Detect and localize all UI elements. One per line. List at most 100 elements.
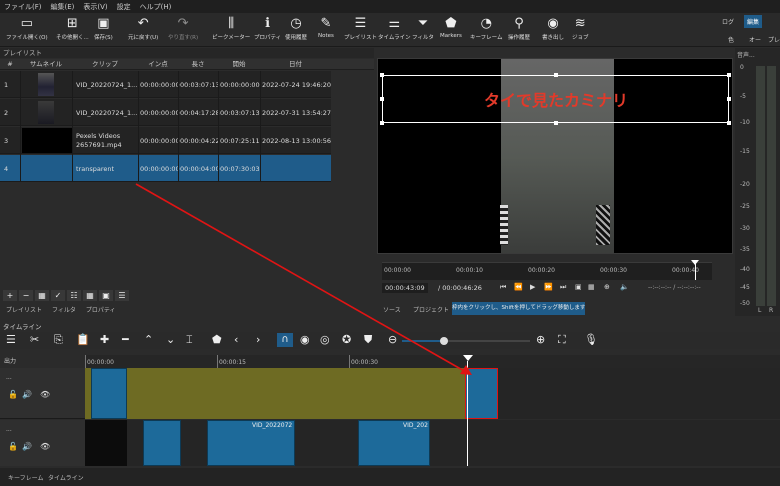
playlist-button[interactable]: ☰ プレイリスト (344, 16, 377, 41)
jobs-history-button[interactable]: ⚲ 操作履歴 (508, 16, 530, 41)
jobs-button[interactable]: ≋ ジョブ (572, 16, 589, 41)
timeline-button[interactable]: ⚌ タイムライン (378, 16, 411, 41)
overwrite-icon[interactable]: ⌄ (166, 333, 175, 347)
lift-icon[interactable]: ⌃ (144, 333, 153, 347)
tab-keyframes[interactable]: キーフレーム (8, 473, 43, 482)
details-view-icon[interactable]: ☷ (67, 290, 81, 301)
menu-view[interactable]: 表示(V) (83, 2, 107, 12)
menu-help[interactable]: ヘルプ(H) (140, 2, 172, 12)
track-header-v1[interactable]: ... 🔓 🔊 👁 (0, 420, 85, 466)
cut-icon[interactable]: ✂ (30, 333, 39, 347)
icons-view-icon[interactable]: ▣ (99, 290, 113, 301)
mute-icon[interactable]: 🔊 (22, 390, 32, 399)
filter-button[interactable]: ⏷ フィルタ (412, 16, 434, 41)
timeline-track-v2[interactable] (85, 368, 780, 419)
open-other-button[interactable]: ⊞ その他開く... (56, 16, 89, 41)
col-clip[interactable]: クリップ (72, 59, 138, 70)
viewer-ruler[interactable]: 00:00:00 00:00:10 00:00:20 00:00:30 00:0… (382, 260, 712, 280)
gap-clip[interactable] (127, 368, 465, 419)
eye-icon[interactable]: 👁 (40, 442, 50, 451)
layout-player-button[interactable]: プレ (768, 35, 780, 44)
tab-filter[interactable]: フィルタ (52, 305, 76, 314)
resize-handle[interactable] (554, 73, 558, 77)
skip-end-icon[interactable]: ⏭ (560, 283, 566, 292)
timeline-clip[interactable]: VID_202 (358, 420, 430, 466)
col-thumbnail[interactable]: サムネイル (20, 59, 72, 70)
properties-button[interactable]: ℹ プロパティ (254, 16, 281, 41)
undo-button[interactable]: ↶ 元に戻す(U) (128, 16, 158, 41)
zoom-icon[interactable]: ⊕ (604, 283, 610, 291)
tab-timeline[interactable]: タイムライン (48, 473, 84, 482)
col-num[interactable]: # (0, 59, 20, 70)
resize-handle[interactable] (380, 73, 384, 77)
paste-icon[interactable]: 📋 (76, 333, 90, 347)
open-file-button[interactable]: ▭ ファイル開く(O) (6, 16, 48, 41)
col-in[interactable]: イン点 (138, 59, 178, 70)
save-button[interactable]: ▣ 保存(S) (94, 16, 113, 41)
timeline-clip[interactable] (143, 420, 181, 466)
snap-icon[interactable]: ∩ (277, 333, 293, 347)
timecode-field[interactable]: 00:00:43:09 (382, 283, 428, 293)
tab-source[interactable]: ソース (383, 305, 401, 314)
scrub-icon[interactable]: ◉ (300, 333, 310, 347)
zoom-in-icon[interactable]: ⊕ (536, 333, 545, 347)
playlist-row-selected[interactable]: 4 transparent 00:00:00:00 00:00:04:00 00… (0, 155, 331, 182)
layout-edit-button[interactable]: 編集 (744, 15, 763, 28)
tab-playlist[interactable]: プレイリスト (6, 305, 42, 314)
lock-icon[interactable]: 🔓 (8, 390, 18, 399)
timeline-track-v1[interactable]: VID_2022072 VID_202 (85, 420, 780, 466)
copy-icon[interactable]: ⎘ (54, 333, 63, 347)
update-icon[interactable]: ▦ (35, 290, 49, 301)
zoom-out-icon[interactable]: ⊖ (388, 333, 397, 347)
tab-properties[interactable]: プロパティ (86, 305, 116, 314)
play-icon[interactable]: ▶ (530, 283, 535, 291)
marker-icon[interactable]: ⬟ (212, 333, 222, 347)
resize-handle[interactable] (727, 73, 731, 77)
timeline-clip[interactable] (91, 368, 127, 419)
zoom-slider-handle[interactable] (440, 337, 448, 345)
mute-icon[interactable]: 🔊 (22, 442, 32, 451)
resize-handle[interactable] (380, 121, 384, 125)
playhead-marker-icon[interactable] (463, 355, 473, 361)
tiles-view-icon[interactable]: ▦ (83, 290, 97, 301)
resize-handle[interactable] (554, 121, 558, 125)
timeline-clip[interactable]: VID_2022072 (207, 420, 295, 466)
ripple-icon[interactable]: ◎ (320, 333, 330, 347)
menu-icon[interactable]: ☰ (6, 333, 16, 347)
history-button[interactable]: ◷ 使用履歴 (285, 16, 307, 41)
ripple-markers-icon[interactable]: ⛊ (364, 333, 372, 347)
peak-meter-button[interactable]: ⫼ ピークメーター (212, 16, 250, 41)
lock-icon[interactable]: 🔓 (8, 442, 18, 451)
record-audio-icon[interactable]: 🎙 (584, 333, 598, 347)
timeline-clip-selected[interactable] (465, 368, 498, 419)
layout-color-button[interactable]: 色 (728, 35, 734, 44)
col-date[interactable]: 日付 (260, 59, 331, 70)
timeline-ruler[interactable]: 00:00:00 00:00:15 00:00:30 (85, 355, 780, 368)
remove-icon[interactable]: − (19, 290, 33, 301)
toggle-zoom-icon[interactable]: ▣ (575, 283, 582, 291)
fast-forward-icon[interactable]: ⏩ (544, 283, 553, 291)
timeline-playhead[interactable] (467, 361, 468, 466)
skip-start-icon[interactable]: ⏮ (500, 283, 506, 292)
keyframes-button[interactable]: ◔ キーフレーム (470, 16, 503, 41)
col-start[interactable]: 開始 (218, 59, 260, 70)
add-icon[interactable]: + (3, 290, 17, 301)
playlist-row[interactable]: 3 Pexels Videos 2657691.mp4 00:00:00:00 … (0, 127, 331, 154)
playlist-row[interactable]: 2 VID_20220724_1... 00:00:00:00 00:04:17… (0, 99, 331, 126)
tab-project[interactable]: プロジェクト (413, 305, 449, 314)
markers-button[interactable]: ⬟ Markers (440, 16, 462, 39)
resize-handle[interactable] (727, 121, 731, 125)
layout-log-button[interactable]: ログ (722, 17, 734, 26)
notes-button[interactable]: ✎ Notes (318, 16, 334, 39)
split-icon[interactable]: ⌶ (186, 333, 193, 347)
remove-icon[interactable]: ━ (122, 333, 129, 347)
video-viewer[interactable]: タイで見たカミナリ (377, 58, 733, 254)
menu-settings[interactable]: 設定 (117, 2, 131, 12)
volume-icon[interactable]: 🔈 (620, 283, 629, 291)
col-duration[interactable]: 長さ (178, 59, 218, 70)
grid-icon[interactable]: ▦ (588, 283, 595, 291)
track-header-v2[interactable]: ... 🔓 🔊 👁 (0, 368, 85, 419)
prev-marker-icon[interactable]: ‹ (234, 333, 238, 347)
rewind-icon[interactable]: ⏪ (514, 283, 523, 291)
zoom-fit-icon[interactable]: ⛶ (558, 333, 566, 347)
